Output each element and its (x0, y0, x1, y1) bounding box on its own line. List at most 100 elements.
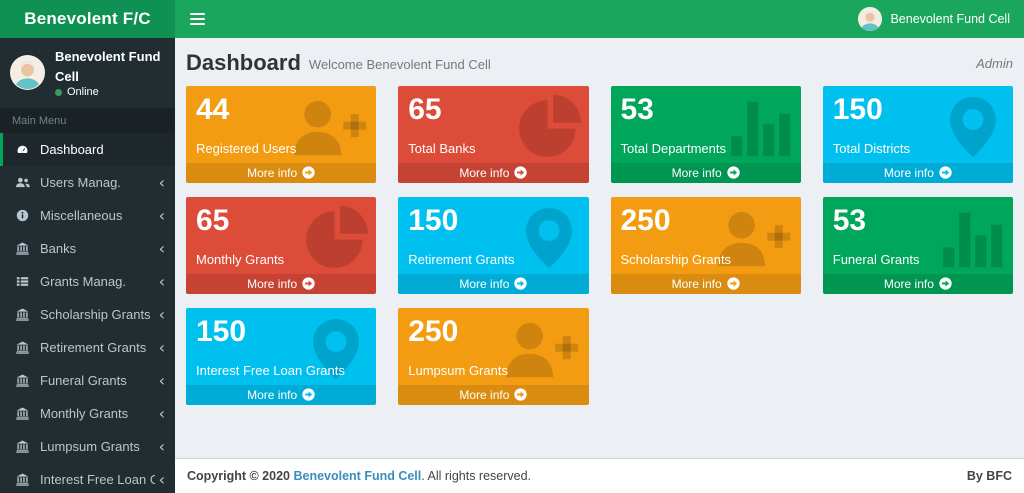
footer-link[interactable]: Benevolent Fund Cell (293, 469, 421, 483)
sidebar-item-lumpsum-grants[interactable]: Lumpsum Grants ‹ (0, 430, 175, 463)
stat-value: 150 (408, 204, 578, 239)
sidebar-item-retirement-grants[interactable]: Retirement Grants ‹ (0, 331, 175, 364)
sidebar-item-funeral-grants[interactable]: Funeral Grants ‹ (0, 364, 175, 397)
stat-value: 53 (621, 93, 791, 128)
stat-card-scholarship-grants: 250 Scholarship Grants More info (611, 197, 801, 294)
navbar: Benevolent Fund Cell (175, 0, 1024, 38)
more-info-link[interactable]: More info (611, 163, 801, 184)
user-status-label: Online (67, 86, 99, 98)
stat-card-total-banks: 65 Total Banks More info (398, 86, 588, 183)
stat-label: Monthly Grants (196, 252, 366, 267)
stat-value: 150 (196, 315, 366, 350)
avatar-image (858, 7, 882, 31)
sidebar-item-banks[interactable]: Banks ‹ (0, 232, 175, 265)
sidebar: Benevolent Fund Cell Online Main Menu Da… (0, 38, 175, 493)
stat-label: Registered Users (196, 141, 366, 156)
bank-icon (14, 374, 33, 387)
chevron-left-icon: ‹ (159, 274, 165, 290)
sidebar-item-users-manag[interactable]: Users Manag. ‹ (0, 166, 175, 199)
arrow-circle-right-icon (514, 277, 527, 290)
more-info-link[interactable]: More info (823, 274, 1013, 295)
stat-value: 44 (196, 93, 366, 128)
bank-icon (14, 308, 33, 321)
main-area: Dashboard Welcome Benevolent Fund Cell A… (175, 38, 1024, 493)
arrow-circle-right-icon (302, 166, 315, 179)
sidebar-menu: Dashboard Users Manag. ‹ Miscellaneous ‹… (0, 133, 175, 493)
arrow-circle-right-icon (514, 166, 527, 179)
user-avatar (858, 7, 882, 31)
more-info-link[interactable]: More info (186, 385, 376, 406)
stat-value: 65 (408, 93, 578, 128)
more-info-link[interactable]: More info (398, 163, 588, 184)
stat-value: 150 (833, 93, 1003, 128)
sidebar-toggle-button[interactable] (175, 0, 219, 38)
arrow-circle-right-icon (727, 277, 740, 290)
sidebar-section-label: Main Menu (0, 108, 175, 133)
chevron-left-icon: ‹ (159, 241, 165, 257)
sidebar-user-panel: Benevolent Fund Cell Online (0, 38, 175, 108)
stat-card-retirement-grants: 150 Retirement Grants More info (398, 197, 588, 294)
user-menu[interactable]: Benevolent Fund Cell (844, 0, 1024, 38)
bank-icon (14, 341, 33, 354)
top-header: Benevolent F/C Benevolent Fund Cell (0, 0, 1024, 38)
sidebar-item-scholarship-grants[interactable]: Scholarship Grants ‹ (0, 298, 175, 331)
chevron-left-icon: ‹ (159, 208, 165, 224)
sidebar-user-avatar (10, 55, 45, 90)
stat-card-monthly-grants: 65 Monthly Grants More info (186, 197, 376, 294)
page-footer: Copyright © 2020 Benevolent Fund Cell. A… (175, 458, 1024, 493)
chevron-left-icon: ‹ (159, 373, 165, 389)
bank-icon (14, 440, 33, 453)
chevron-left-icon: ‹ (159, 175, 165, 191)
more-info-link[interactable]: More info (398, 385, 588, 406)
more-info-link[interactable]: More info (611, 274, 801, 295)
sidebar-item-interest-free-loan-grants[interactable]: Interest Free Loan Grants ‹ (0, 463, 175, 493)
dashboard-icon (14, 143, 33, 156)
stat-card-registered-users: 44 Registered Users More info (186, 86, 376, 183)
stat-label: Total Banks (408, 141, 578, 156)
more-info-link[interactable]: More info (398, 274, 588, 295)
page-subtitle: Welcome Benevolent Fund Cell (309, 57, 491, 74)
arrow-circle-right-icon (727, 166, 740, 179)
bank-icon (14, 407, 33, 420)
stat-label: Funeral Grants (833, 252, 1003, 267)
bank-icon (14, 242, 33, 255)
more-info-link[interactable]: More info (186, 163, 376, 184)
more-info-link[interactable]: More info (186, 274, 376, 295)
app-logo[interactable]: Benevolent F/C (0, 0, 175, 38)
stat-label: Total Departments (621, 141, 791, 156)
content-header: Dashboard Welcome Benevolent Fund Cell A… (175, 38, 1024, 78)
more-info-link[interactable]: More info (823, 163, 1013, 184)
stat-value: 250 (621, 204, 791, 239)
avatar-image (11, 56, 44, 89)
chevron-left-icon: ‹ (159, 439, 165, 455)
stat-label: Scholarship Grants (621, 252, 791, 267)
stat-card-lumpsum-grants: 250 Lumpsum Grants More info (398, 308, 588, 405)
online-dot-icon (55, 89, 62, 96)
hamburger-icon (190, 13, 205, 15)
user-status-link[interactable]: Online (55, 86, 165, 98)
stat-card-interest-free-loan-grants: 150 Interest Free Loan Grants More info (186, 308, 376, 405)
user-menu-label: Benevolent Fund Cell (890, 12, 1010, 26)
chevron-left-icon: ‹ (159, 307, 165, 323)
list-icon (14, 275, 33, 288)
chevron-left-icon: ‹ (159, 340, 165, 356)
sidebar-item-grants-manag[interactable]: Grants Manag. ‹ (0, 265, 175, 298)
breadcrumb: Admin (976, 56, 1013, 74)
stat-boxes-grid: 44 Registered Users More info 65 Total B… (175, 78, 1024, 413)
sidebar-user-name: Benevolent Fund Cell (55, 47, 165, 86)
info-icon (14, 209, 33, 222)
arrow-circle-right-icon (939, 166, 952, 179)
arrow-circle-right-icon (302, 388, 315, 401)
stat-card-total-departments: 53 Total Departments More info (611, 86, 801, 183)
page-title: Dashboard (186, 52, 301, 74)
bank-icon (14, 473, 33, 486)
stat-card-total-districts: 150 Total Districts More info (823, 86, 1013, 183)
arrow-circle-right-icon (302, 277, 315, 290)
chevron-left-icon: ‹ (159, 472, 165, 488)
sidebar-item-monthly-grants[interactable]: Monthly Grants ‹ (0, 397, 175, 430)
arrow-circle-right-icon (939, 277, 952, 290)
sidebar-item-miscellaneous[interactable]: Miscellaneous ‹ (0, 199, 175, 232)
arrow-circle-right-icon (514, 388, 527, 401)
sidebar-item-dashboard[interactable]: Dashboard (0, 133, 175, 166)
copyright-text: Copyright © 2020 Benevolent Fund Cell. A… (187, 469, 531, 483)
